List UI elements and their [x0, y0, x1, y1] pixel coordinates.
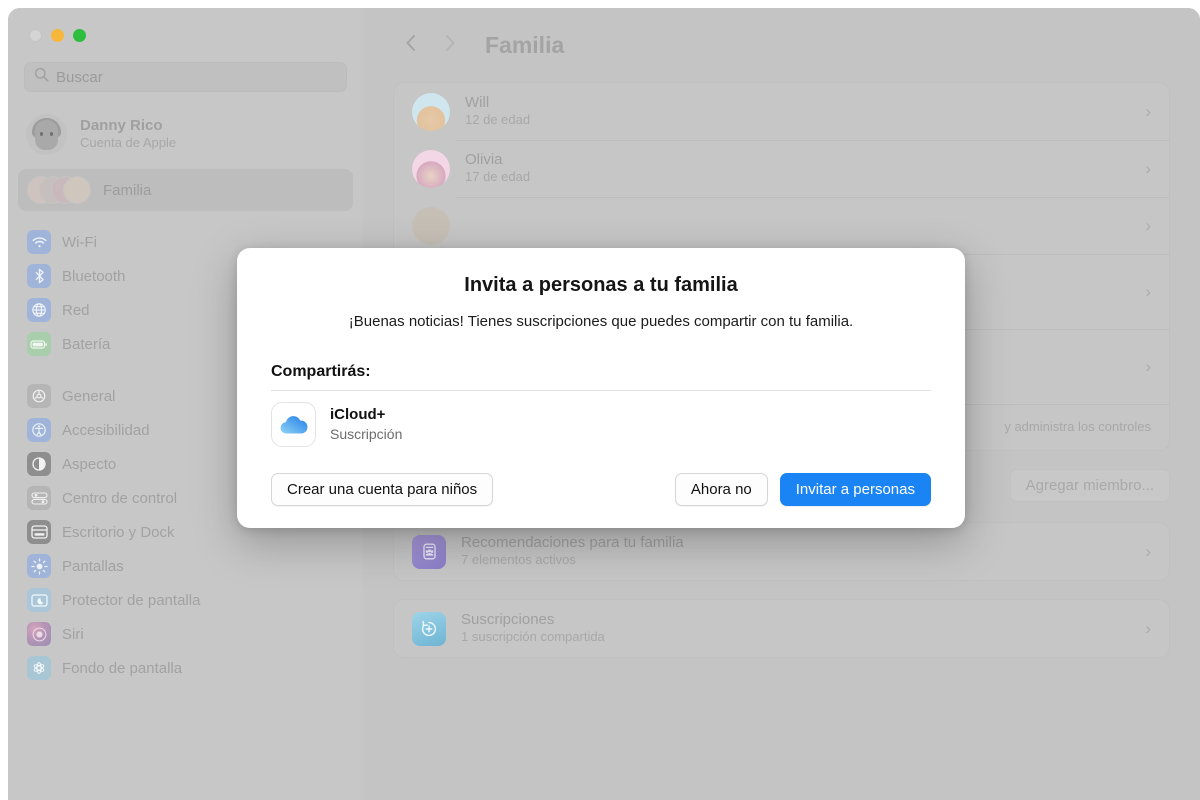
sidebar-item-label: Familia [103, 181, 152, 199]
sidebar-item-label: Accesibilidad [62, 421, 150, 439]
system-settings-window: Buscar Danny Rico Cuenta de Apple Famili… [8, 8, 1200, 800]
sidebar-item-familia[interactable]: Familia [18, 169, 353, 211]
sidebar-item-label: Red [62, 301, 90, 319]
minimize-button[interactable] [51, 28, 64, 42]
avatar [26, 114, 67, 155]
bluetooth-icon [27, 264, 51, 288]
sidebar-item-pantallas[interactable]: Pantallas [18, 549, 353, 583]
search-input[interactable]: Buscar [24, 62, 347, 92]
avatar [412, 206, 450, 245]
share-item-name: iCloud+ [330, 406, 386, 424]
page-title: Familia [485, 31, 565, 58]
list-item[interactable]: Recomendaciones para tu familia 7 elemen… [394, 523, 1169, 580]
dialog-message: ¡Buenas noticias! Tienes suscripciones q… [348, 313, 854, 330]
chevron-right-icon: › [1145, 281, 1151, 301]
desktop-dock-icon [27, 520, 51, 544]
sidebar-item-siri[interactable]: Siri [18, 617, 353, 651]
chevron-right-icon: › [1145, 356, 1151, 376]
displays-icon [27, 554, 51, 578]
share-item: iCloud+ Suscripción [271, 402, 931, 448]
icloud-icon [271, 402, 316, 448]
list-item[interactable]: Suscripciones 1 suscripción compartida › [394, 600, 1169, 657]
window-controls [18, 8, 353, 62]
sidebar-item-fondo-de-pantalla[interactable]: Fondo de pantalla [18, 651, 353, 685]
chevron-left-icon [404, 33, 417, 58]
divider [271, 390, 931, 392]
search-placeholder: Buscar [56, 68, 103, 86]
screensaver-icon [27, 588, 51, 612]
avatar [412, 149, 450, 188]
sidebar-item-label: Aspecto [62, 455, 117, 473]
member-detail: 12 de edad [465, 112, 531, 128]
appearance-icon [27, 452, 51, 476]
chevron-right-icon: › [1145, 158, 1151, 178]
account-name: Danny Rico [80, 116, 163, 134]
add-member-button[interactable]: Agregar miembro... [1009, 469, 1170, 502]
sidebar-item-label: Wi-Fi [62, 233, 97, 251]
chevron-right-icon: › [1145, 101, 1151, 121]
share-item-subtitle: Suscripción [330, 425, 403, 442]
sidebar-item-label: General [62, 387, 116, 405]
subscriptions-icon [412, 611, 446, 646]
invite-family-dialog: Invita a personas a tu familia ¡Buenas n… [237, 248, 965, 529]
family-recommendations-card: Recomendaciones para tu familia 7 elemen… [393, 522, 1170, 581]
table-row[interactable]: › [394, 197, 1169, 254]
list-item-subtitle: 1 suscripción compartida [461, 629, 605, 645]
wifi-icon [27, 230, 51, 254]
gear-icon [27, 384, 51, 408]
sidebar-item-protector-de-pantalla[interactable]: Protector de pantalla [18, 583, 353, 617]
sidebar-item-label: Centro de control [62, 489, 178, 507]
maximize-button[interactable] [73, 28, 86, 42]
wallpaper-icon [27, 656, 51, 680]
invite-people-button[interactable]: Invitar a personas [779, 473, 931, 507]
table-row[interactable]: Olivia 17 de edad › [394, 140, 1169, 197]
subscriptions-card: Suscripciones 1 suscripción compartida › [393, 599, 1170, 658]
table-row[interactable]: Will 12 de edad › [394, 83, 1169, 140]
create-child-account-button[interactable]: Crear una cuenta para niños [271, 473, 494, 507]
member-name: Will [465, 93, 490, 111]
control-center-icon [27, 486, 51, 510]
account-subtitle: Cuenta de Apple [80, 135, 177, 151]
sidebar-item-label: Escritorio y Dock [62, 523, 175, 541]
dialog-title: Invita a personas a tu familia [464, 274, 738, 296]
share-section-label: Compartirás: [271, 363, 371, 381]
avatar [412, 92, 450, 131]
network-icon [27, 298, 51, 322]
family-avatars-icon [27, 176, 93, 204]
sidebar-item-account[interactable]: Danny Rico Cuenta de Apple [18, 108, 353, 161]
sidebar-item-label: Fondo de pantalla [62, 659, 183, 677]
member-name: Olivia [465, 150, 503, 168]
main-header: Familia [393, 8, 1170, 82]
dialog-actions: Crear una cuenta para niños Ahora no Inv… [271, 473, 931, 507]
battery-icon [27, 332, 51, 356]
chevron-right-icon: › [1145, 215, 1151, 235]
list-item-title: Recomendaciones para tu familia [461, 533, 684, 551]
sidebar-item-label: Bluetooth [62, 267, 126, 285]
forward-button[interactable] [433, 28, 467, 62]
list-item-subtitle: 7 elementos activos [461, 552, 576, 568]
sidebar-item-label: Pantallas [62, 557, 124, 575]
close-button[interactable] [29, 28, 42, 42]
sidebar-item-label: Protector de pantalla [62, 591, 201, 609]
chevron-right-icon [444, 33, 457, 58]
siri-icon [27, 622, 51, 646]
accessibility-icon [27, 418, 51, 442]
sidebar-item-label: Batería [62, 335, 111, 353]
chevron-right-icon: › [1145, 541, 1151, 561]
chevron-right-icon: › [1145, 618, 1151, 638]
family-recommendations-icon [412, 534, 446, 569]
list-item-title: Suscripciones [461, 610, 555, 628]
not-now-button[interactable]: Ahora no [674, 473, 768, 507]
search-icon [34, 67, 49, 87]
member-detail: 17 de edad [465, 169, 531, 185]
back-button[interactable] [393, 28, 427, 62]
sidebar-item-label: Siri [62, 625, 84, 643]
